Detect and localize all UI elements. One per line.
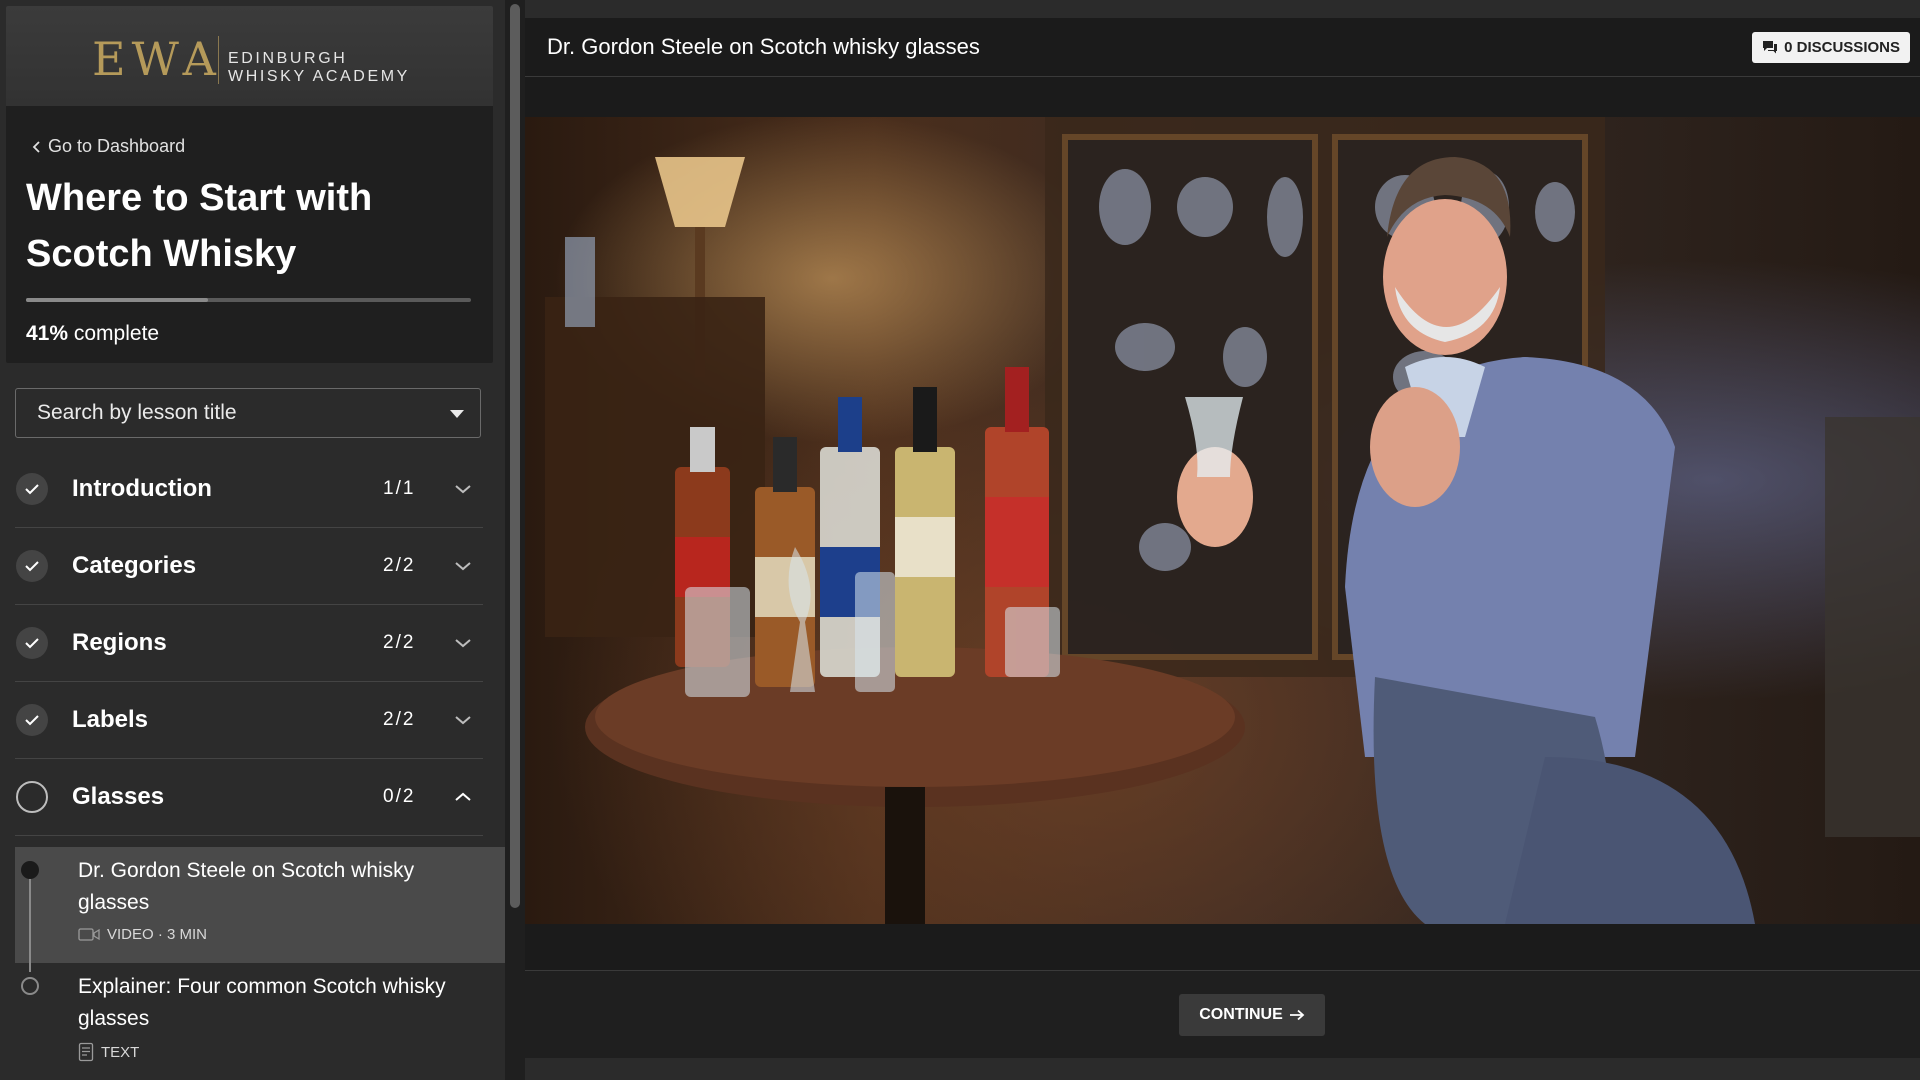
section-count: 1/1 <box>383 477 416 499</box>
brand-header: EWA EDINBURGH WHISKY ACADEMY <box>6 6 493 106</box>
lesson-title: Explainer: Four common Scotch whisky gla… <box>78 975 446 1030</box>
progress-text: 41% complete <box>26 322 159 346</box>
discussions-label: 0 DISCUSSIONS <box>1784 39 1900 56</box>
check-icon <box>16 472 48 505</box>
lesson-search-select[interactable]: Search by lesson title <box>15 388 481 438</box>
lesson-item[interactable]: Dr. Gordon Steele on Scotch whisky glass… <box>15 847 505 963</box>
chevron-down-icon[interactable] <box>443 638 483 648</box>
chevron-up-icon[interactable] <box>443 792 483 802</box>
video-camera-icon <box>78 928 100 941</box>
main-top-edge <box>525 0 1920 18</box>
lesson-title: Dr. Gordon Steele on Scotch whisky glass… <box>78 859 415 914</box>
document-icon <box>78 1042 94 1062</box>
lesson-header: Dr. Gordon Steele on Scotch whisky glass… <box>525 18 1920 77</box>
course-progress-fill <box>26 298 209 302</box>
lesson-title-heading: Dr. Gordon Steele on Scotch whisky glass… <box>547 34 980 59</box>
section-title: Glasses <box>72 782 165 810</box>
section-labels[interactable]: Labels 2/2 <box>15 681 483 759</box>
back-to-dashboard-link[interactable]: Go to Dashboard <box>32 136 185 157</box>
sidebar-scrollbar-thumb[interactable] <box>510 4 520 908</box>
lesson-meta: TEXT <box>78 1042 139 1062</box>
current-lesson-dot-icon <box>21 861 39 879</box>
brand-name: EDINBURGH WHISKY ACADEMY <box>228 50 410 86</box>
continue-label: CONTINUE <box>1199 1006 1283 1023</box>
discussions-button[interactable]: 0 DISCUSSIONS <box>1752 32 1910 63</box>
lesson-main-panel: Dr. Gordon Steele on Scotch whisky glass… <box>525 0 1920 1080</box>
brand-logo[interactable]: EWA <box>92 34 222 84</box>
section-title: Introduction <box>72 474 212 502</box>
section-categories[interactable]: Categories 2/2 <box>15 527 483 605</box>
progress-suffix: complete <box>73 322 160 345</box>
brand-name-line1: EDINBURGH <box>228 50 348 67</box>
course-title: Where to Start with Scotch Whisky <box>26 177 373 275</box>
lesson-footer: CONTINUE <box>525 970 1920 1059</box>
check-icon <box>16 703 48 736</box>
lesson-item[interactable]: Explainer: Four common Scotch whisky gla… <box>15 963 505 1080</box>
chevron-left-icon <box>32 140 40 153</box>
section-glasses[interactable]: Glasses 0/2 <box>15 758 483 836</box>
section-title: Regions <box>72 628 167 656</box>
progress-percent: 41% <box>26 322 69 345</box>
continue-button[interactable]: CONTINUE <box>1179 994 1325 1036</box>
section-count: 2/2 <box>383 554 416 576</box>
lesson-meta: VIDEO · 3 MIN <box>78 926 207 943</box>
incomplete-circle-icon <box>16 780 48 813</box>
chat-bubble-icon <box>1763 41 1778 54</box>
course-info-card: EWA EDINBURGH WHISKY ACADEMY Go to Dashb… <box>6 6 493 363</box>
check-icon <box>16 626 48 659</box>
course-progress-bar <box>26 298 471 302</box>
section-count: 0/2 <box>383 785 416 807</box>
back-link-label: Go to Dashboard <box>48 136 186 156</box>
lesson-meta-text: VIDEO · 3 MIN <box>107 926 208 943</box>
section-title: Categories <box>72 551 197 579</box>
lesson-video-player[interactable] <box>525 117 1920 924</box>
check-icon <box>16 549 48 582</box>
caret-down-icon <box>450 410 464 418</box>
lesson-search-placeholder: Search by lesson title <box>37 401 237 424</box>
chevron-down-icon[interactable] <box>443 715 483 725</box>
course-sidebar: EWA EDINBURGH WHISKY ACADEMY Go to Dashb… <box>0 0 505 1080</box>
section-count: 2/2 <box>383 631 416 653</box>
main-bottom-edge <box>525 1058 1920 1080</box>
section-count: 2/2 <box>383 708 416 730</box>
brand-name-line2: WHISKY ACADEMY <box>228 68 410 85</box>
section-title: Labels <box>72 705 149 733</box>
logo-divider <box>218 36 219 84</box>
chevron-down-icon[interactable] <box>443 484 483 494</box>
lesson-meta-text: TEXT <box>101 1043 140 1061</box>
section-introduction[interactable]: Introduction 1/1 <box>15 450 483 528</box>
video-frame <box>545 117 1920 924</box>
lesson-status-circle-icon <box>21 977 39 995</box>
chevron-down-icon[interactable] <box>443 561 483 571</box>
section-regions[interactable]: Regions 2/2 <box>15 604 483 682</box>
arrow-right-icon <box>1289 1009 1305 1021</box>
